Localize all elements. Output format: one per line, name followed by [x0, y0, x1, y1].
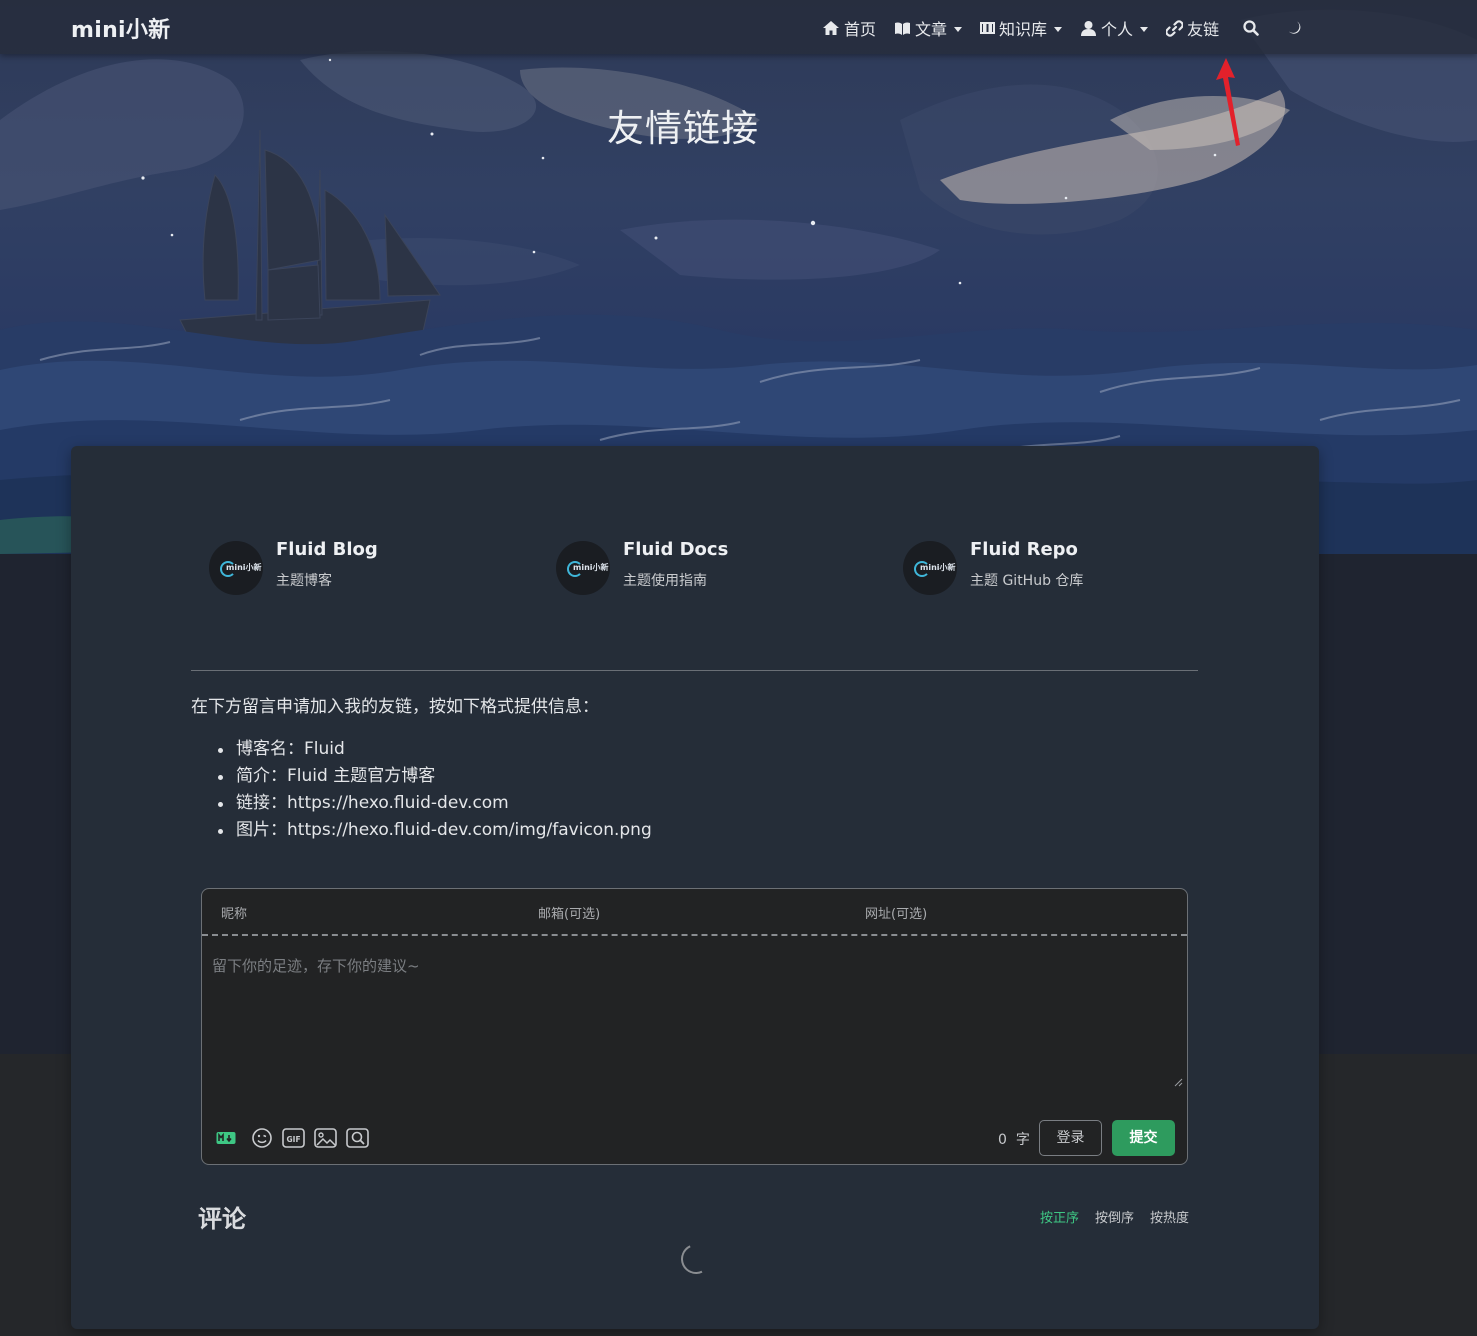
sort-descending[interactable]: 按倒序	[1095, 1207, 1134, 1226]
nav-item-personal[interactable]: 个人	[1080, 16, 1149, 40]
comment-toolbar: GIF	[216, 1127, 378, 1149]
submit-button[interactable]: 提交	[1112, 1120, 1175, 1156]
page-title: 友情链接	[607, 107, 759, 150]
list-item: 链接：https://hexo.fluid-dev.com	[216, 790, 652, 817]
annotation-arrow-icon	[1216, 58, 1240, 146]
link-subtitle: 主题 GitHub 仓库	[970, 573, 1084, 589]
friend-link-fluid-repo[interactable]: mini小新 Fluid Repo 主题 GitHub 仓库	[903, 539, 1084, 600]
nav-item-friends[interactable]: 友链	[1166, 16, 1219, 40]
user-icon	[1081, 21, 1097, 36]
apply-intro: 在下方留言申请加入我的友链，按如下格式提供信息：	[191, 697, 599, 717]
sort-hot[interactable]: 按热度	[1150, 1207, 1189, 1226]
friend-link-fluid-docs[interactable]: mini小新 Fluid Docs 主题使用指南	[556, 539, 729, 600]
word-count-value: 0	[998, 1132, 1007, 1148]
emoji-button[interactable]	[251, 1127, 273, 1149]
search-icon	[1243, 20, 1259, 36]
nav-item-knowledge[interactable]: 知识库	[980, 16, 1063, 40]
comment-form: 昵称 邮箱(可选) 网址(可选) 留下你的足迹，存下你的建议~ GIF 0 字	[201, 888, 1188, 1165]
word-count: 0 字	[998, 1129, 1030, 1149]
friend-links: mini小新 Fluid Blog 主题博客 mini小新 Fluid Docs…	[209, 539, 1249, 600]
image-button[interactable]	[314, 1127, 337, 1149]
chevron-down-icon	[1054, 26, 1063, 32]
home-icon	[823, 21, 839, 35]
loading-spinner-icon	[676, 1239, 716, 1279]
link-title: Fluid Docs	[623, 539, 729, 560]
brand-logo[interactable]: mini小新	[71, 12, 170, 44]
comment-textarea[interactable]: 留下你的足迹，存下你的建议~	[212, 955, 420, 976]
nav-label-friends: 友链	[1187, 20, 1220, 39]
email-input[interactable]: 邮箱(可选)	[538, 903, 600, 922]
nav-label-home: 首页	[844, 20, 877, 39]
image-icon	[314, 1128, 337, 1148]
moon-icon	[1289, 21, 1301, 34]
link-subtitle: 主题使用指南	[623, 573, 707, 589]
sort-ascending[interactable]: 按正序	[1040, 1207, 1079, 1226]
avatar-logo-text: mini小新	[573, 563, 609, 572]
chevron-down-icon	[1140, 26, 1149, 32]
nav-label-knowledge: 知识库	[999, 20, 1048, 39]
link-icon	[1166, 19, 1184, 37]
navbar: mini小新 首页 文章 知识库 个人 友链	[0, 0, 1477, 54]
columns-icon	[980, 22, 996, 34]
nav-label-articles: 文章	[915, 20, 948, 39]
login-button[interactable]: 登录	[1039, 1120, 1102, 1156]
gif-icon: GIF	[282, 1128, 305, 1148]
link-title: Fluid Repo	[970, 539, 1078, 560]
nav-menu: 首页 文章 知识库 个人 友链	[822, 16, 1325, 40]
markdown-button[interactable]	[216, 1131, 236, 1145]
theme-toggle-button[interactable]	[1287, 20, 1303, 36]
nav-label-personal: 个人	[1101, 20, 1134, 39]
search-button[interactable]	[1243, 20, 1259, 36]
avatar-logo-text: mini小新	[226, 563, 262, 572]
nav-item-articles[interactable]: 文章	[894, 16, 963, 40]
avatar-logo-text: mini小新	[920, 563, 956, 572]
svg-text:GIF: GIF	[287, 1135, 301, 1144]
divider	[191, 670, 1198, 671]
link-subtitle: 主题博客	[276, 573, 332, 589]
friend-link-fluid-blog[interactable]: mini小新 Fluid Blog 主题博客	[209, 539, 378, 600]
nav-item-home[interactable]: 首页	[822, 16, 876, 40]
emoji-icon	[252, 1128, 272, 1148]
apply-format-list: 博客名：Fluid 简介：Fluid 主题官方博客 链接：https://hex…	[216, 736, 652, 844]
markdown-icon	[216, 1132, 236, 1144]
main-board: mini小新 Fluid Blog 主题博客 mini小新 Fluid Docs…	[71, 446, 1319, 1329]
comments-title: 评论	[198, 1205, 246, 1233]
url-input[interactable]: 网址(可选)	[865, 903, 927, 922]
chevron-down-icon	[954, 26, 963, 32]
comment-meta-inputs: 昵称 邮箱(可选) 网址(可选)	[202, 889, 1187, 936]
nickname-input[interactable]: 昵称	[221, 903, 247, 922]
resize-handle-icon[interactable]	[1174, 1078, 1183, 1087]
list-item: 博客名：Fluid	[216, 736, 652, 763]
link-title: Fluid Blog	[276, 539, 378, 560]
list-item: 简介：Fluid 主题官方博客	[216, 763, 652, 790]
book-icon	[895, 21, 911, 35]
word-count-unit: 字	[1015, 1132, 1030, 1148]
list-item: 图片：https://hexo.fluid-dev.com/img/favico…	[216, 817, 652, 844]
avatar: mini小新	[903, 541, 957, 595]
avatar: mini小新	[556, 541, 610, 595]
preview-icon	[346, 1128, 369, 1148]
avatar: mini小新	[209, 541, 263, 595]
gif-button[interactable]: GIF	[282, 1127, 305, 1149]
preview-button[interactable]	[346, 1127, 369, 1149]
